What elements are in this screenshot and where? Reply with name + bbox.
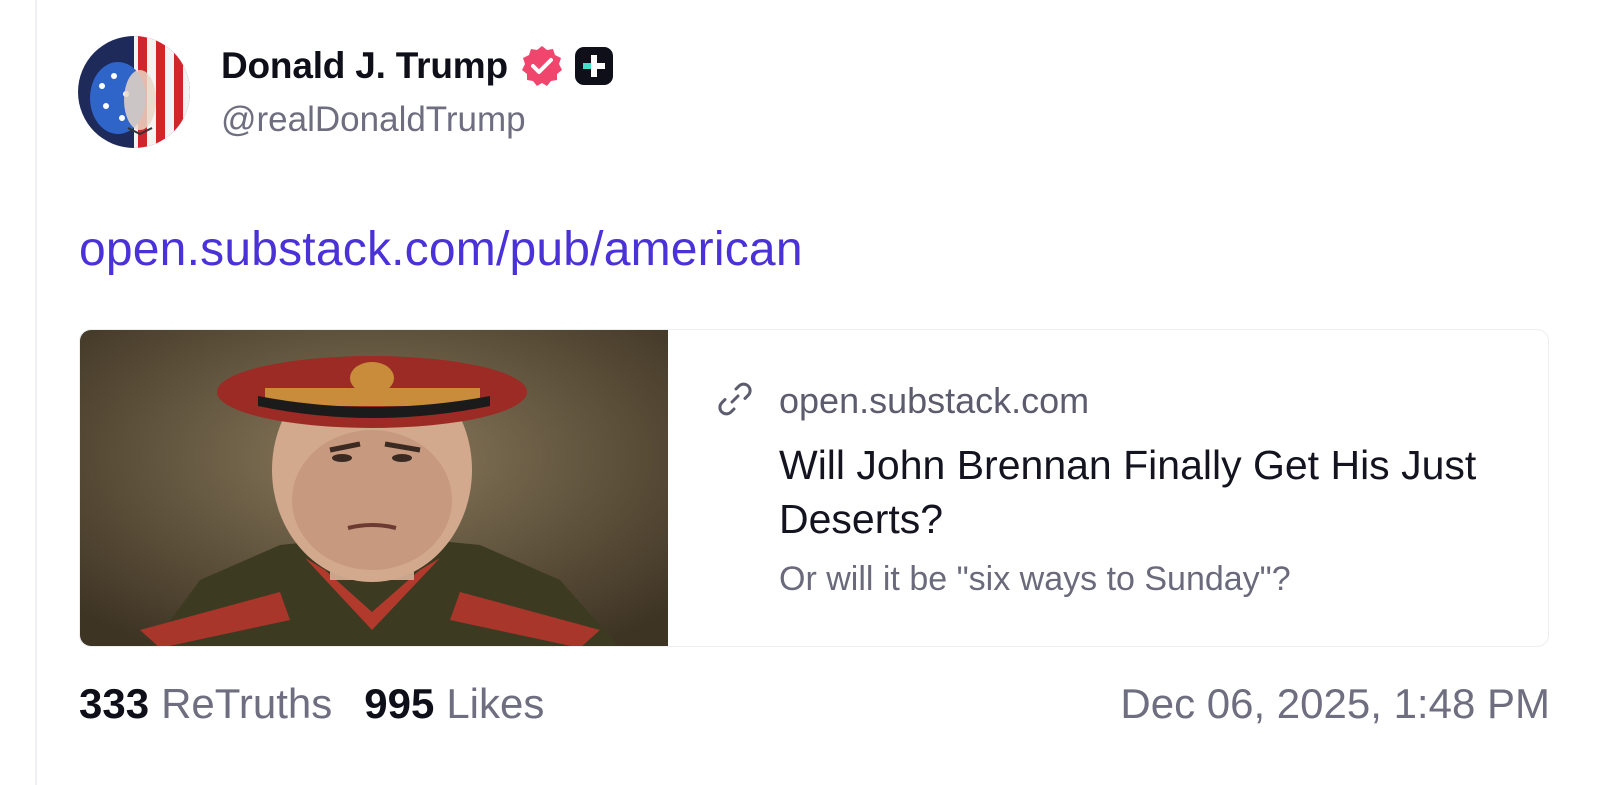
likes-count: 995	[364, 680, 435, 727]
truth-plus-icon	[574, 46, 614, 86]
retruths-count: 333	[79, 680, 150, 727]
card-domain: open.substack.com	[779, 380, 1090, 421]
post-timestamp[interactable]: Dec 06, 2025, 1:48 PM	[1120, 680, 1550, 728]
retruths-label: ReTruths	[161, 680, 333, 727]
link-preview-card[interactable]: open.substack.com Will John Brennan Fina…	[79, 329, 1549, 647]
likes-label: Likes	[446, 680, 545, 727]
link-preview-body: open.substack.com Will John Brennan Fina…	[668, 330, 1548, 646]
verified-badge-icon	[518, 44, 564, 88]
link-preview-image	[80, 330, 668, 646]
likes-stat[interactable]: 995 Likes	[364, 680, 544, 728]
author-name-row: Donald J. Trump	[221, 42, 614, 90]
display-name[interactable]: Donald J. Trump	[221, 45, 508, 87]
card-subtitle: Or will it be "six ways to Sunday"?	[779, 560, 1291, 598]
retruths-stat[interactable]: 333 ReTruths	[79, 680, 332, 728]
post-link[interactable]: open.substack.com/pub/american	[79, 222, 803, 277]
avatar[interactable]	[78, 36, 190, 148]
post-stats: 333 ReTruths 995 Likes	[79, 680, 544, 728]
timeline-divider	[35, 0, 37, 785]
user-handle[interactable]: @realDonaldTrump	[221, 100, 526, 140]
card-title: Will John Brennan Finally Get His Just D…	[779, 442, 1477, 542]
